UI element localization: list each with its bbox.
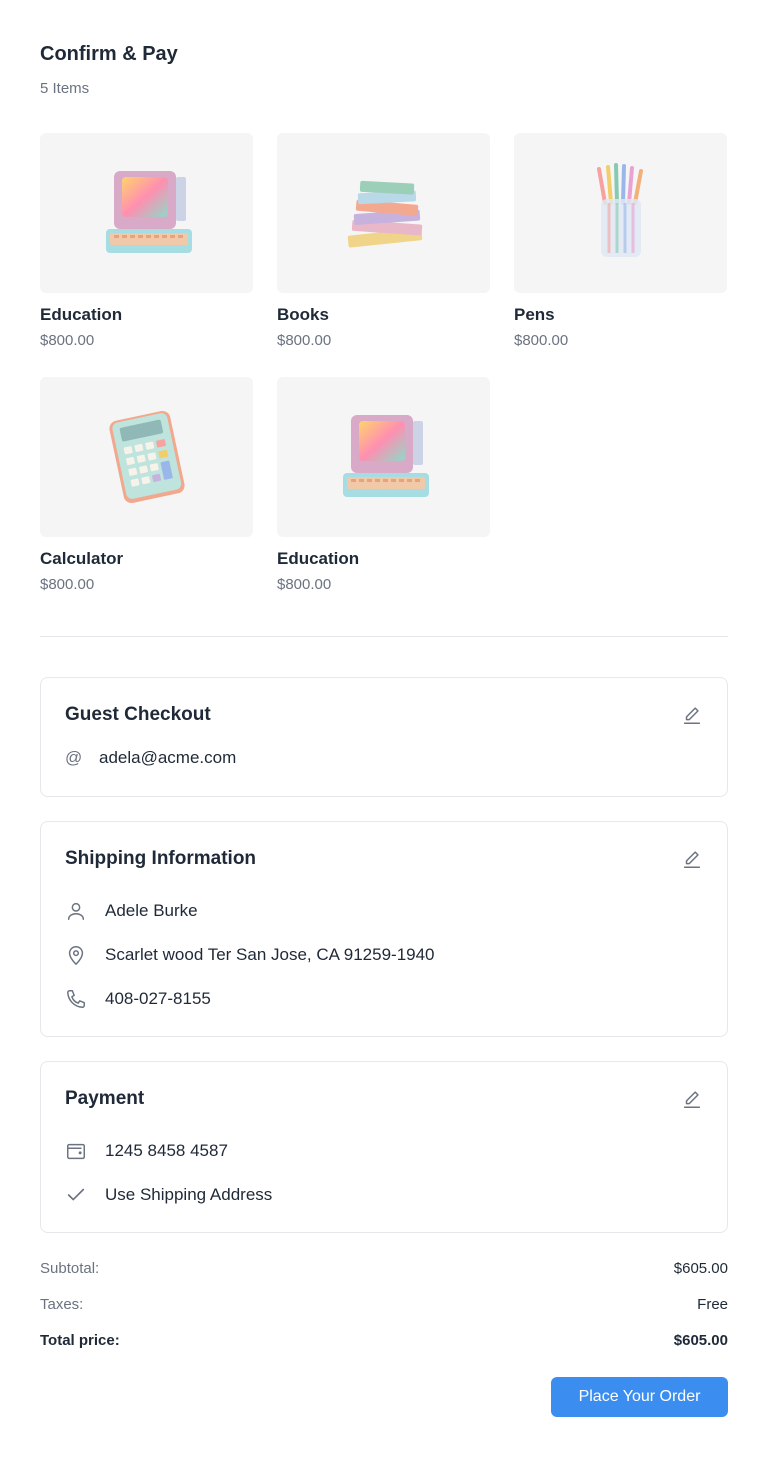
card-number: 1245 8458 4587 xyxy=(105,1141,228,1160)
product-card[interactable]: Books $800.00 xyxy=(277,133,490,349)
edit-guest-button[interactable] xyxy=(681,704,703,726)
product-price: $800.00 xyxy=(40,332,95,349)
guest-checkout-card: Guest Checkout @ adela@acme.com xyxy=(40,677,728,797)
subtotal-label: Subtotal: xyxy=(40,1260,100,1277)
total-label: Total price: xyxy=(40,1332,120,1349)
shipping-phone: 408-027-8155 xyxy=(105,989,211,1008)
payment-card: Payment 1245 8458 4587 Use Shipping Addr… xyxy=(40,1061,728,1233)
product-card[interactable]: Calculator $800.00 xyxy=(40,377,253,593)
product-price: $800.00 xyxy=(514,332,569,349)
check-icon[interactable] xyxy=(65,1184,87,1206)
product-name: Education xyxy=(40,305,123,324)
product-image xyxy=(514,133,727,293)
product-price: $800.00 xyxy=(277,332,332,349)
divider xyxy=(40,636,728,637)
guest-email: adela@acme.com xyxy=(99,748,237,767)
card-title: Shipping Information xyxy=(65,848,257,869)
user-icon xyxy=(65,900,87,922)
total-value: $605.00 xyxy=(673,1332,728,1349)
use-shipping-address-option[interactable]: Use Shipping Address xyxy=(105,1185,272,1205)
product-card[interactable]: Pens $800.00 xyxy=(514,133,727,349)
pencil-icon xyxy=(683,707,701,724)
pencil-icon xyxy=(683,851,701,868)
page-title: Confirm & Pay xyxy=(40,43,178,65)
subtotal-row: Subtotal: $605.00 xyxy=(40,1260,728,1277)
product-name: Calculator xyxy=(40,549,124,568)
place-order-button[interactable]: Place Your Order xyxy=(551,1377,728,1417)
card-title: Payment xyxy=(65,1088,145,1109)
location-pin-icon xyxy=(65,944,87,966)
product-name: Books xyxy=(277,305,329,324)
edit-payment-button[interactable] xyxy=(681,1088,703,1110)
product-image xyxy=(277,377,490,537)
shipping-info-card: Shipping Information Adele Burke Scarlet… xyxy=(40,821,728,1037)
taxes-row: Taxes: Free xyxy=(40,1296,728,1313)
card-title: Guest Checkout xyxy=(65,704,211,725)
product-grid: Education $800.00 Books $800.00 Pens $80… xyxy=(40,133,728,593)
subtotal-value: $605.00 xyxy=(673,1260,728,1277)
shipping-name: Adele Burke xyxy=(105,901,198,920)
pencil-icon xyxy=(683,1091,701,1108)
product-card[interactable]: Education $800.00 xyxy=(40,133,253,349)
edit-shipping-button[interactable] xyxy=(681,848,703,870)
product-name: Education xyxy=(277,549,360,568)
product-price: $800.00 xyxy=(277,576,332,593)
product-price: $800.00 xyxy=(40,576,95,593)
taxes-value: Free xyxy=(697,1296,728,1313)
product-image xyxy=(277,133,490,293)
total-row: Total price: $605.00 xyxy=(40,1332,728,1349)
product-card[interactable]: Education $800.00 xyxy=(277,377,490,593)
taxes-label: Taxes: xyxy=(40,1296,84,1313)
phone-icon xyxy=(65,988,87,1010)
shipping-address: Scarlet wood Ter San Jose, CA 91259-1940 xyxy=(105,945,435,964)
product-name: Pens xyxy=(514,305,555,324)
item-count: 5 Items xyxy=(40,80,90,97)
product-image xyxy=(40,133,253,293)
product-image xyxy=(40,377,253,537)
wallet-icon xyxy=(65,1140,87,1162)
at-icon: @ xyxy=(65,748,83,767)
